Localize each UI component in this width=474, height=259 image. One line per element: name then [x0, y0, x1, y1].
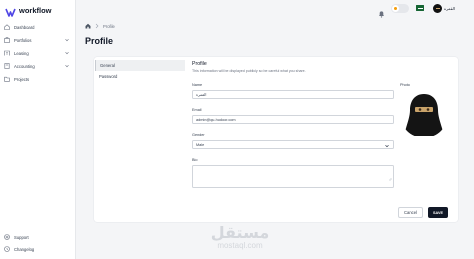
sidebar-item-accounting[interactable]: Accounting [4, 61, 72, 71]
chevron-down-icon[interactable] [64, 50, 70, 56]
portfolio-icon [4, 37, 10, 43]
sidebar-item-label: Projects [14, 76, 30, 82]
email-label: Email [192, 108, 202, 112]
chevron-down-icon [384, 143, 390, 150]
photo-label: Photo [400, 83, 410, 87]
sidebar-item-label: Support [14, 234, 29, 240]
sidebar-item-label: Dashboard [14, 24, 35, 30]
breadcrumb: Profile [85, 23, 115, 30]
sidebar-item-label: Portfolios [14, 37, 32, 43]
bio-textarea[interactable] [192, 165, 394, 188]
watermark-arabic: مستقل [210, 223, 270, 242]
name-value: القمرة [196, 92, 207, 97]
page-title: Profile [85, 36, 114, 46]
accounting-icon [4, 63, 10, 69]
save-button[interactable]: SAVE [428, 207, 448, 218]
niqab-avatar-icon [400, 90, 448, 138]
sidebar-item-portfolios[interactable]: Portfolios [4, 35, 72, 45]
tab-general[interactable]: General [95, 60, 185, 71]
gender-select[interactable]: Male [192, 140, 394, 149]
bio-label: Bio [192, 158, 198, 162]
breadcrumb-current[interactable]: Profile [103, 24, 115, 29]
name-field[interactable]: القمرة [192, 90, 394, 99]
changelog-icon [4, 246, 10, 252]
gender-label: Gender [192, 133, 205, 137]
watermark-latin: mostaql.com [217, 241, 263, 250]
home-icon[interactable] [85, 23, 91, 30]
sidebar-item-support[interactable]: Support [4, 232, 72, 242]
theme-toggle[interactable] [391, 4, 409, 13]
resize-handle-icon[interactable] [388, 168, 392, 186]
gender-value: Male [196, 142, 205, 147]
sidebar: workflow Dashboard Portfolios Leasing Ac… [0, 0, 76, 259]
logo[interactable]: workflow [5, 5, 52, 17]
chevron-down-icon[interactable] [64, 63, 70, 69]
name-label: Name [192, 83, 203, 87]
chevron-right-icon [95, 23, 99, 30]
user-name[interactable]: القمره [444, 6, 455, 11]
email-value: admin@qu-hudoor.com [196, 117, 236, 122]
profile-photo[interactable] [400, 90, 448, 138]
sidebar-item-leasing[interactable]: Leasing [4, 48, 72, 58]
projects-icon [4, 76, 10, 82]
sidebar-item-projects[interactable]: Projects [4, 74, 72, 84]
dashboard-icon [4, 24, 10, 30]
leasing-icon [4, 50, 10, 56]
tab-password[interactable]: Password [95, 71, 185, 82]
chevron-down-icon[interactable] [64, 37, 70, 43]
sidebar-item-dashboard[interactable]: Dashboard [4, 22, 72, 32]
section-subtitle: This information will be displayed publi… [192, 69, 306, 73]
app-name: workflow [19, 6, 52, 15]
cancel-button[interactable]: Cancel [398, 207, 423, 218]
sidebar-item-changelog[interactable]: Changelog [4, 244, 72, 254]
sidebar-item-label: Leasing [14, 50, 29, 56]
topbar: القمره [76, 0, 474, 19]
section-title: Profile [192, 61, 207, 67]
workflow-logo-icon [5, 5, 16, 17]
settings-tabs: General Password [95, 60, 185, 82]
bell-icon[interactable] [378, 5, 385, 23]
support-icon [4, 234, 10, 240]
watermark: مستقل mostaql.com [200, 223, 280, 251]
user-avatar[interactable] [433, 4, 442, 13]
sidebar-item-label: Changelog [14, 246, 35, 252]
sun-icon [392, 5, 399, 12]
sidebar-item-label: Accounting [14, 63, 35, 69]
email-field[interactable]: admin@qu-hudoor.com [192, 115, 394, 124]
language-flag-icon[interactable] [416, 5, 424, 11]
